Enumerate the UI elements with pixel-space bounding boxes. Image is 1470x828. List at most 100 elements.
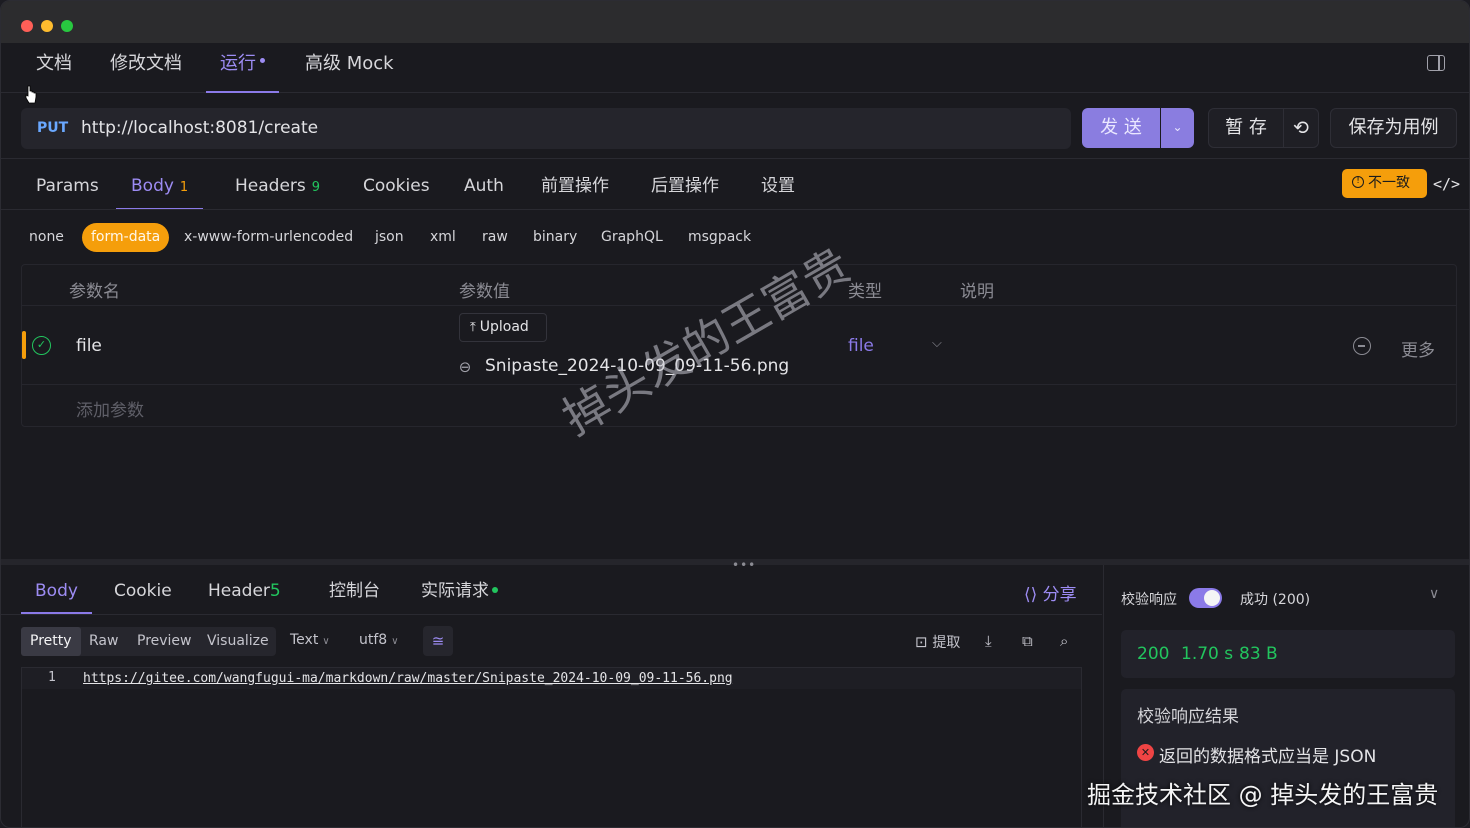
- tab-post-processors-label: 后置操作: [651, 176, 719, 196]
- body-type-graphql[interactable]: GraphQL: [601, 223, 663, 252]
- save-as-case-button[interactable]: 保存为用例: [1330, 108, 1457, 148]
- save-draft-button[interactable]: 暂 存: [1208, 108, 1284, 148]
- add-param-input[interactable]: 添加参数: [76, 396, 144, 421]
- body-type-msgpack[interactable]: msgpack: [688, 223, 751, 252]
- upload-button[interactable]: ⤒ Upload: [459, 313, 547, 342]
- format-raw[interactable]: Raw: [89, 627, 118, 656]
- url-input[interactable]: http://localhost:8081/create: [81, 118, 318, 138]
- tab-docs-label: 文档: [36, 53, 72, 74]
- tab-auth-label: Auth: [464, 176, 504, 196]
- unsaved-dot: [260, 57, 265, 63]
- extract-label: 提取: [932, 635, 961, 651]
- body-type-binary[interactable]: binary: [533, 223, 577, 252]
- validation-error-text: 返回的数据格式应当是 JSON: [1159, 747, 1377, 767]
- resp-tab-header-label: Header: [208, 581, 270, 601]
- uploaded-file-name[interactable]: Snipaste_2024-10-09_09-11-56.png: [485, 356, 789, 376]
- tab-auth[interactable]: Auth: [464, 161, 504, 210]
- word-wrap-icon[interactable]: ≅: [423, 626, 453, 656]
- chevron-down-icon: ⌄: [1172, 120, 1183, 134]
- more-button[interactable]: 更多: [1401, 336, 1435, 361]
- response-url-link[interactable]: https://gitee.com/wangfugui-ma/markdown/…: [83, 671, 733, 686]
- share-button[interactable]: ⟨⟩ 分享: [1024, 580, 1077, 605]
- tab-headers[interactable]: Headers 9: [235, 161, 320, 210]
- maximize-window-button[interactable]: [61, 20, 73, 32]
- tab-cookies-label: Cookies: [363, 176, 430, 196]
- text-type-select[interactable]: Text ∨: [290, 632, 330, 648]
- search-icon[interactable]: ⌕: [1060, 632, 1068, 650]
- check-circle-icon[interactable]: ✓: [32, 336, 51, 355]
- tab-body[interactable]: Body 1: [116, 161, 204, 210]
- body-type-form-data[interactable]: form-data: [82, 223, 170, 252]
- http-method[interactable]: PUT: [37, 120, 68, 136]
- reset-button[interactable]: ⟲: [1284, 108, 1319, 148]
- copy-icon[interactable]: ⧉: [1022, 632, 1033, 650]
- code-icon[interactable]: </>: [1433, 175, 1460, 193]
- line-number: 1: [48, 670, 56, 685]
- url-bar[interactable]: PUT http://localhost:8081/create: [21, 108, 1071, 149]
- error-circle-icon: ✕: [1137, 744, 1154, 761]
- status-select[interactable]: 成功 (200): [1240, 589, 1310, 609]
- resp-tab-body-label: Body: [35, 581, 78, 601]
- tab-settings[interactable]: 设置: [761, 161, 795, 210]
- remove-circle-icon[interactable]: [1353, 337, 1371, 355]
- footer-watermark: 掘金技术社区 @ 掉头发的王富贵: [1087, 781, 1439, 809]
- tab-edit-docs[interactable]: 修改文档: [110, 43, 182, 93]
- body-type-raw[interactable]: raw: [482, 223, 508, 252]
- response-stats: 200 1.70 s 83 B: [1121, 630, 1455, 678]
- tab-run[interactable]: 运行: [206, 43, 279, 93]
- send-dropdown-button[interactable]: ⌄: [1161, 108, 1194, 148]
- tab-run-label: 运行: [220, 53, 256, 74]
- body-type-urlencoded[interactable]: x-www-form-urlencoded: [184, 223, 353, 252]
- status-dot: [492, 587, 498, 593]
- tab-body-label: Body: [131, 176, 174, 196]
- format-pretty[interactable]: Pretty: [21, 627, 81, 656]
- drag-handle-icon[interactable]: •••: [732, 558, 756, 572]
- param-name[interactable]: file: [76, 336, 102, 356]
- encoding-select[interactable]: utf8 ∨: [359, 632, 399, 648]
- minimize-window-button[interactable]: [41, 20, 53, 32]
- extract-button[interactable]: ⊡ 提取: [915, 632, 960, 652]
- tab-advanced-mock[interactable]: 高级 Mock: [305, 43, 394, 93]
- tab-pre-processors[interactable]: 前置操作: [541, 161, 609, 210]
- chevron-down-icon: ∨: [322, 636, 330, 647]
- resp-tab-cookie[interactable]: Cookie: [114, 567, 172, 614]
- send-button[interactable]: 发 送: [1082, 108, 1160, 148]
- response-time: 1.70 s: [1181, 644, 1234, 664]
- divider: [1, 158, 1469, 159]
- response-body-editor[interactable]: 1 https://gitee.com/wangfugui-ma/markdow…: [21, 667, 1082, 827]
- col-header-type: 类型: [848, 282, 882, 302]
- format-visualize[interactable]: Visualize: [207, 627, 269, 656]
- resp-tab-cookie-label: Cookie: [114, 581, 172, 601]
- upload-icon: ⤒: [470, 320, 476, 335]
- resp-tab-header[interactable]: Header5: [208, 567, 281, 614]
- headers-count: 9: [311, 180, 321, 195]
- body-type-json[interactable]: json: [375, 223, 404, 252]
- download-icon[interactable]: ⤓: [985, 632, 992, 650]
- chevron-down-icon[interactable]: ∨: [1429, 586, 1439, 602]
- close-window-button[interactable]: [21, 20, 33, 32]
- tab-cookies[interactable]: Cookies: [363, 161, 430, 210]
- row-modified-marker: [22, 331, 26, 359]
- col-header-value: 参数值: [459, 282, 510, 302]
- validation-result-title: 校验响应结果: [1137, 707, 1239, 727]
- row-divider: [22, 384, 1456, 385]
- mismatch-badge[interactable]: ! 不一致: [1342, 169, 1427, 198]
- format-preview[interactable]: Preview: [137, 627, 192, 656]
- resp-tab-actual-request[interactable]: 实际请求: [421, 567, 498, 614]
- body-type-xml[interactable]: xml: [430, 223, 456, 252]
- chevron-down-icon[interactable]: ⌵: [932, 336, 942, 351]
- body-count: 1: [179, 180, 189, 195]
- tab-post-processors[interactable]: 后置操作: [651, 161, 719, 210]
- response-size: 83 B: [1239, 644, 1278, 664]
- resp-tab-body[interactable]: Body: [21, 567, 92, 614]
- panel-toggle-icon[interactable]: [1427, 55, 1445, 71]
- chevron-down-icon: ∨: [391, 636, 399, 647]
- tab-docs[interactable]: 文档: [36, 43, 72, 93]
- body-type-none[interactable]: none: [29, 223, 64, 252]
- tab-params-label: Params: [36, 176, 99, 196]
- share-icon: ⟨⟩: [1024, 585, 1043, 605]
- tab-params[interactable]: Params: [36, 161, 99, 210]
- resp-tab-console[interactable]: 控制台: [329, 567, 380, 614]
- validate-toggle[interactable]: [1189, 588, 1222, 608]
- param-type-select[interactable]: file: [848, 336, 874, 356]
